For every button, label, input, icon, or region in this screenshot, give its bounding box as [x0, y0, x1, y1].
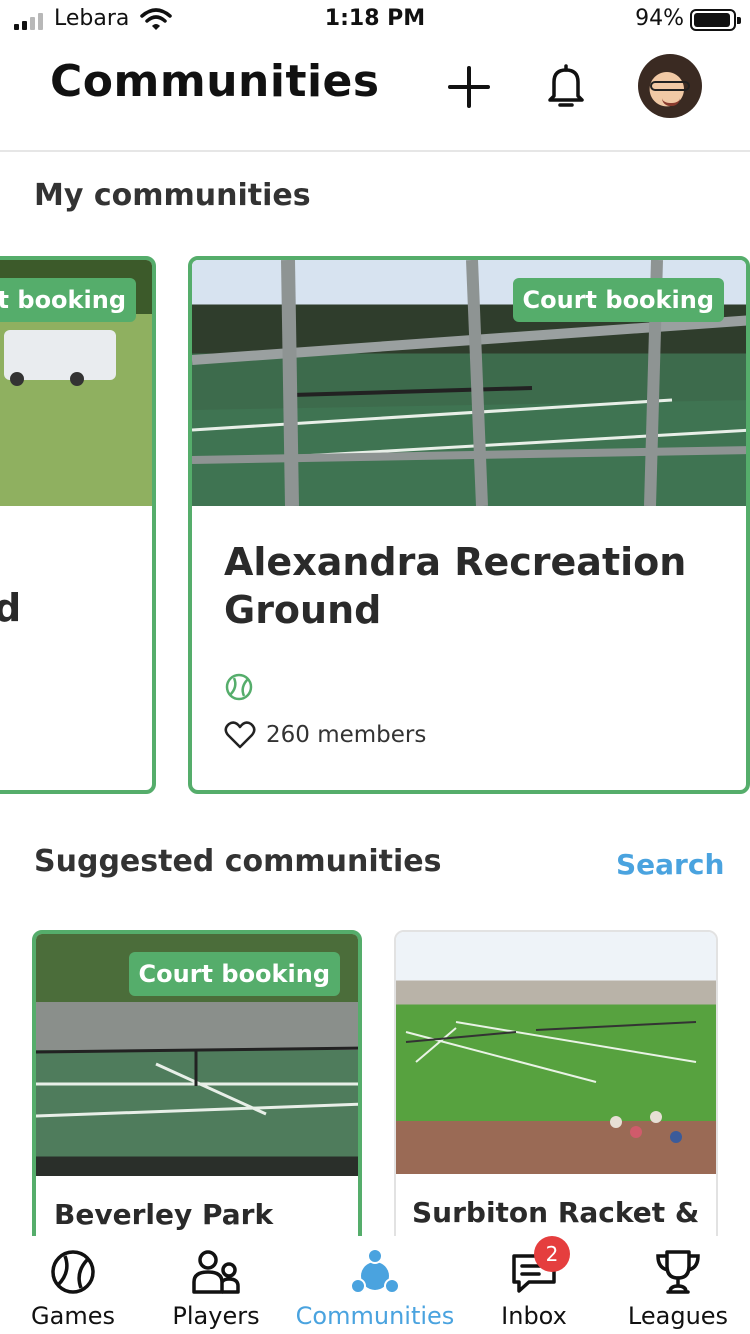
tab-label: Players	[172, 1302, 260, 1330]
unread-badge: 2	[534, 1236, 570, 1272]
my-communities-heading: My communities	[34, 178, 311, 213]
plus-icon[interactable]	[446, 64, 492, 110]
suggested-communities-heading: Suggested communities	[34, 844, 442, 879]
community-card-beverley-park[interactable]: Court booking Beverley Park	[32, 930, 362, 1260]
tab-label: Games	[31, 1302, 115, 1330]
tab-players[interactable]: Players	[160, 1236, 272, 1334]
battery-percent: 94%	[635, 6, 684, 31]
court-booking-badge: rt booking	[0, 278, 136, 322]
status-bar: Lebara 1:18 PM 94%	[0, 0, 750, 42]
community-name: Surbiton Racket &	[412, 1196, 700, 1229]
community-name: d	[0, 586, 21, 630]
members-count: 260 members	[224, 720, 426, 750]
tennis-ball-icon	[51, 1250, 95, 1294]
community-card-alexandra[interactable]: Court booking Alexandra Recreation Groun…	[188, 256, 750, 794]
page-title: Communities	[50, 56, 380, 107]
community-card[interactable]: rt booking d	[0, 256, 156, 794]
avatar[interactable]	[638, 54, 702, 118]
community-photo	[396, 932, 716, 1174]
battery-icon	[690, 9, 741, 31]
members-label: 260 members	[266, 722, 427, 748]
tab-label: Inbox	[501, 1302, 567, 1330]
bell-icon[interactable]	[542, 60, 590, 112]
tab-games[interactable]: Games	[18, 1236, 128, 1334]
tennis-ball-icon	[225, 673, 253, 701]
court-booking-badge: Court booking	[512, 278, 724, 322]
bottom-tab-bar: Games Players Communities Inbox 2 League…	[0, 1236, 750, 1334]
community-name: Beverley Park	[54, 1198, 274, 1231]
communities-icon	[350, 1248, 400, 1294]
tab-label: Communities	[295, 1302, 455, 1330]
app-header: Communities	[0, 42, 750, 152]
tab-leagues[interactable]: Leagues	[622, 1236, 734, 1334]
community-name: Alexandra Recreation Ground	[224, 540, 687, 632]
trophy-icon	[656, 1250, 700, 1294]
players-icon	[192, 1250, 240, 1294]
tab-inbox[interactable]: Inbox 2	[478, 1236, 590, 1334]
tab-label: Leagues	[627, 1302, 729, 1330]
community-card-surbiton[interactable]: Surbiton Racket &	[394, 930, 718, 1260]
search-link[interactable]: Search	[616, 848, 724, 881]
tab-communities[interactable]: Communities	[288, 1236, 462, 1334]
court-booking-badge: Court booking	[128, 952, 340, 996]
heart-icon	[224, 721, 256, 749]
